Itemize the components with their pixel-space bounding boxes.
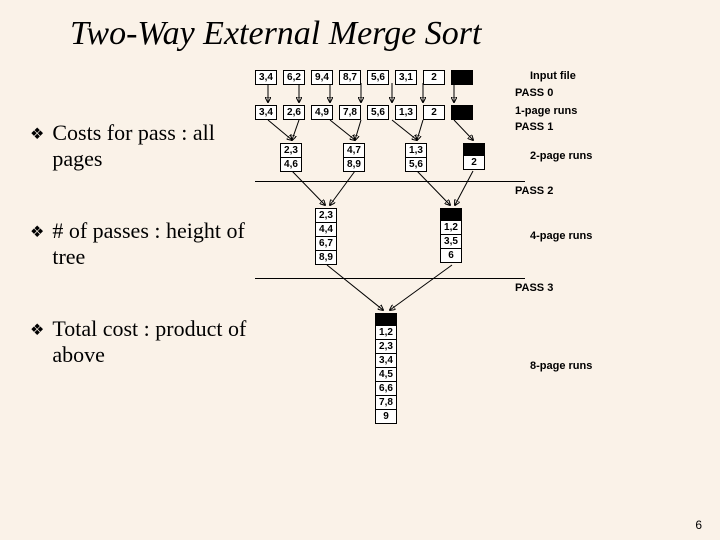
page-box: 2,6 [283,105,305,120]
page-box: 5,6 [367,105,389,120]
page-box: 6,2 [283,70,305,85]
page-box: 3,4 [255,70,277,85]
page-box-empty [451,70,473,85]
run-8page: 1,2 2,3 3,4 4,5 6,6 7,8 9 [375,313,397,424]
diamond-icon: ❖ [30,222,44,242]
input-row: 3,4 6,2 9,4 8,7 5,6 3,1 2 [255,70,473,85]
page-box: 8,7 [339,70,361,85]
page-cell: 2,3 [375,339,397,354]
label-pass1: PASS 1 [515,121,553,133]
diamond-icon: ❖ [30,124,44,144]
pass0-row: 3,4 2,6 4,9 7,8 5,6 1,3 2 [255,105,473,120]
run-2page: 4,7 8,9 [343,143,365,172]
diamond-icon: ❖ [30,320,44,340]
bullet-item: ❖ Total cost : product of above [30,316,250,369]
connector-lines [255,65,685,495]
page-cell: 3,5 [440,234,462,249]
page-box: 2 [423,70,445,85]
page-box: 3,1 [395,70,417,85]
page-cell: 9 [375,409,397,424]
page-cell: 8,9 [315,250,337,265]
run-4page: 1,2 3,5 6 [440,208,462,263]
page-cell: 6 [440,248,462,263]
page-cell: 1,2 [440,220,462,235]
label-pass0: PASS 0 [515,87,553,99]
label-pass2: PASS 2 [515,185,553,197]
page-cell: 1,3 [405,143,427,158]
slide-title: Two-Way External Merge Sort [70,15,481,53]
bullets-list: ❖ Costs for pass : all pages ❖ # of pass… [30,120,250,413]
bullet-text: # of passes : height of tree [52,218,250,271]
run-2page: 1,3 5,6 [405,143,427,172]
page-cell: 4,5 [375,367,397,382]
page-box: 4,9 [311,105,333,120]
label-1page-runs: 1-page runs [515,105,577,117]
bullet-item: ❖ # of passes : height of tree [30,218,250,271]
label-8page-runs: 8-page runs [530,360,592,372]
page-box: 2 [423,105,445,120]
page-cell: 1,2 [375,325,397,340]
merge-sort-diagram: 3,4 6,2 9,4 8,7 5,6 3,1 2 3,4 2,6 4,9 7,… [255,65,685,495]
label-pass3: PASS 3 [515,282,553,294]
label-2page-runs: 2-page runs [530,150,592,162]
page-cell: 3,4 [375,353,397,368]
page-cell: 2 [463,155,485,170]
label-input: Input file [530,70,576,82]
divider-line [255,278,525,279]
bullet-text: Total cost : product of above [52,316,250,369]
page-cell: 2,3 [280,143,302,158]
slide-number: 6 [695,518,702,532]
page-cell: 6,7 [315,236,337,251]
page-box: 1,3 [395,105,417,120]
page-cell: 4,6 [280,157,302,172]
page-box: 5,6 [367,70,389,85]
bullet-text: Costs for pass : all pages [52,120,250,173]
page-box-empty [451,105,473,120]
page-cell: 6,6 [375,381,397,396]
page-box: 7,8 [339,105,361,120]
page-cell: 4,4 [315,222,337,237]
run-4page: 2,3 4,4 6,7 8,9 [315,208,337,265]
page-cell: 8,9 [343,157,365,172]
bullet-item: ❖ Costs for pass : all pages [30,120,250,173]
divider-line [255,181,525,182]
run-2page: 2 [463,143,485,170]
page-box: 3,4 [255,105,277,120]
run-2page: 2,3 4,6 [280,143,302,172]
page-box: 9,4 [311,70,333,85]
page-cell: 4,7 [343,143,365,158]
page-cell: 7,8 [375,395,397,410]
label-4page-runs: 4-page runs [530,230,592,242]
page-cell: 2,3 [315,208,337,223]
page-cell: 5,6 [405,157,427,172]
